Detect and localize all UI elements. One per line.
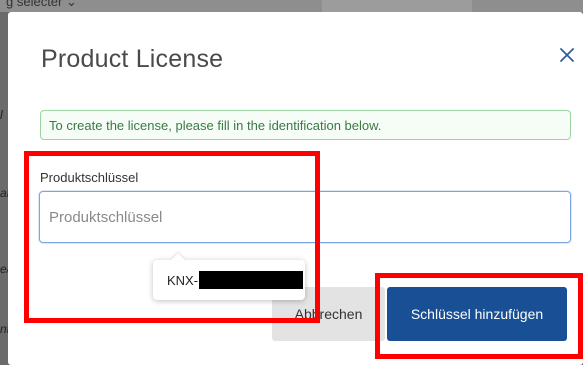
close-button[interactable] xyxy=(554,42,580,68)
autocomplete-suggestion[interactable]: KNX- xyxy=(153,260,305,300)
suggestion-prefix: KNX- xyxy=(167,272,199,288)
dialog-title: Product License xyxy=(41,45,224,73)
background-edge-text-2: at xyxy=(0,186,11,200)
background-page-strip: g selecter ⌄ xyxy=(0,0,583,12)
product-license-dialog: Product License To create the license, p… xyxy=(8,12,583,365)
product-key-label: Produktschlüssel xyxy=(40,170,139,185)
background-edge-text-3: e/ xyxy=(0,262,11,276)
background-box xyxy=(322,0,472,12)
close-icon xyxy=(560,48,574,62)
redaction-box xyxy=(199,271,304,289)
info-message: To create the license, please fill in th… xyxy=(40,110,571,140)
add-key-button[interactable]: Schlüssel hinzufügen xyxy=(387,287,567,341)
product-key-input[interactable] xyxy=(39,191,571,243)
background-selector-text: g selecter ⌄ xyxy=(6,0,77,9)
background-edge-text-1: l xyxy=(0,108,3,122)
background-edge-text-4: nt xyxy=(0,322,11,336)
